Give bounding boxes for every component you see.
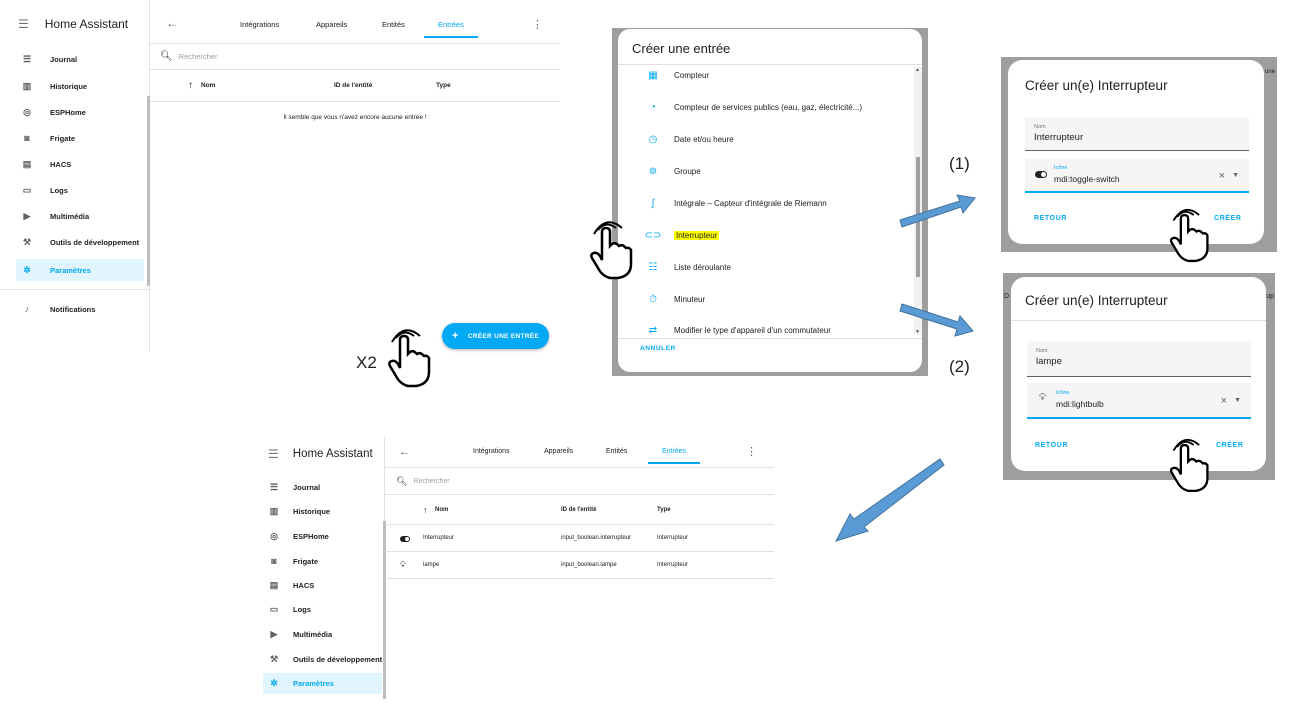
hand-pointer-icon (1169, 208, 1209, 263)
arrow-1 (835, 194, 976, 542)
arrow-3-shape (835, 458, 945, 542)
hand-pointer-icon (590, 221, 633, 280)
hand-pointer-icon (1169, 438, 1209, 493)
arrow-1-shape (899, 194, 976, 228)
hand-pointer-icon (388, 329, 431, 388)
arrow-2-shape (899, 303, 974, 337)
